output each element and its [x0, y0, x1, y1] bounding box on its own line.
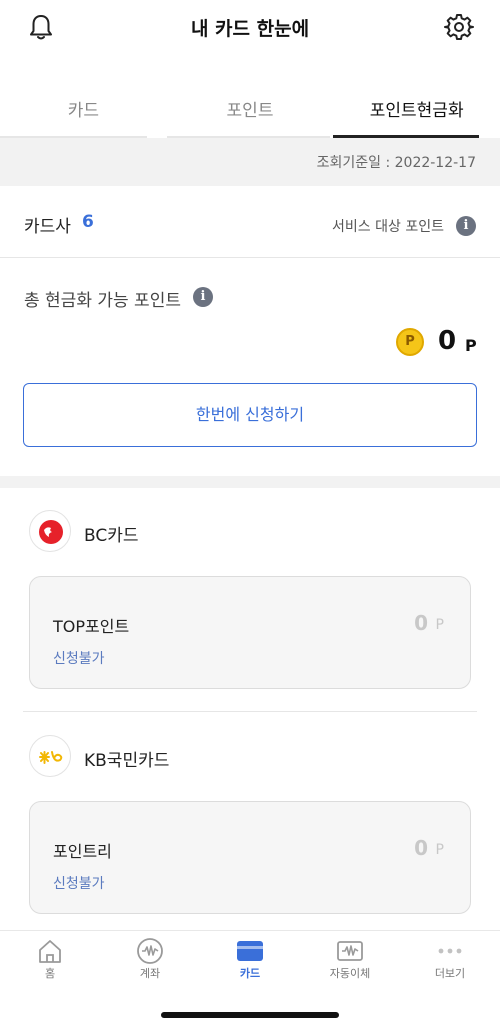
home-indicator[interactable]: [161, 1012, 339, 1018]
service-points-label[interactable]: 서비스 대상 포인트: [332, 216, 444, 236]
more-icon: [438, 948, 462, 954]
tab-bar: 카드 포인트 포인트현금화: [0, 82, 500, 138]
point-unit: P: [435, 842, 444, 858]
apply-status: 신청불가: [53, 651, 105, 667]
nav-label: 더보기: [434, 967, 466, 980]
total-points-value: 0: [438, 326, 457, 356]
point-card[interactable]: 포인트리 0 P 신청불가: [29, 801, 471, 914]
card-company-kb: KB국민카드 포인트리 0 P 신청불가: [0, 712, 500, 930]
point-value: 0: [414, 836, 428, 860]
card-icon: [237, 941, 263, 961]
card-company-count: 6: [82, 212, 94, 232]
tab-point[interactable]: 포인트: [166, 82, 334, 138]
section-divider: [0, 476, 500, 488]
page-title: 내 카드 한눈에: [190, 18, 310, 40]
card-company-bc: BC카드 TOP포인트 0 P 신청불가: [0, 488, 500, 712]
card-company-label: 카드사: [24, 217, 71, 237]
point-value: 0: [414, 611, 428, 635]
apply-status: 신청불가: [53, 876, 105, 892]
tab-point-cash[interactable]: 포인트현금화: [333, 82, 500, 138]
point-coin-icon: P: [396, 328, 424, 356]
nav-label: 카드: [239, 967, 261, 980]
tab-label: 카드: [67, 101, 99, 121]
nav-more[interactable]: 더보기: [400, 931, 500, 987]
card-company-count-row: 카드사 6 서비스 대상 포인트 i: [0, 186, 500, 258]
inquiry-date: 조회기준일 : 2022-12-17: [316, 155, 476, 171]
nav-label: 자동이체: [329, 967, 371, 980]
nav-home[interactable]: 홈: [0, 931, 100, 987]
nav-label: 홈: [44, 967, 56, 980]
auto-transfer-icon: [337, 941, 363, 961]
tab-label: 포인트현금화: [369, 101, 464, 121]
gear-icon[interactable]: [444, 12, 474, 42]
total-points-unit: P: [465, 336, 477, 355]
nav-auto-transfer[interactable]: 자동이체: [300, 931, 400, 987]
tab-label: 포인트: [226, 101, 274, 121]
info-icon[interactable]: i: [456, 216, 476, 236]
app-header: 내 카드 한눈에: [0, 0, 500, 56]
account-icon: [137, 938, 163, 964]
bc-card-logo-icon: [29, 510, 71, 552]
total-points-label: 총 현금화 가능 포인트: [24, 291, 181, 311]
apply-all-button[interactable]: 한번에 신청하기: [23, 383, 477, 447]
company-name: BC카드: [84, 526, 139, 546]
tab-card[interactable]: 카드: [0, 82, 167, 138]
nav-card[interactable]: 카드: [200, 931, 300, 987]
nav-account[interactable]: 계좌: [100, 931, 200, 987]
company-name: KB국민카드: [84, 751, 170, 771]
inquiry-date-band: 조회기준일 : 2022-12-17: [0, 138, 500, 186]
info-icon[interactable]: i: [193, 287, 213, 307]
kb-card-logo-icon: [29, 735, 71, 777]
point-card[interactable]: TOP포인트 0 P 신청불가: [29, 576, 471, 689]
total-points-section: 총 현금화 가능 포인트 i P 0 P 한번에 신청하기: [0, 258, 500, 476]
nav-label: 계좌: [139, 967, 161, 980]
point-name: 포인트리: [53, 842, 112, 861]
home-icon: [39, 940, 61, 963]
point-unit: P: [435, 617, 444, 633]
point-name: TOP포인트: [53, 617, 130, 636]
